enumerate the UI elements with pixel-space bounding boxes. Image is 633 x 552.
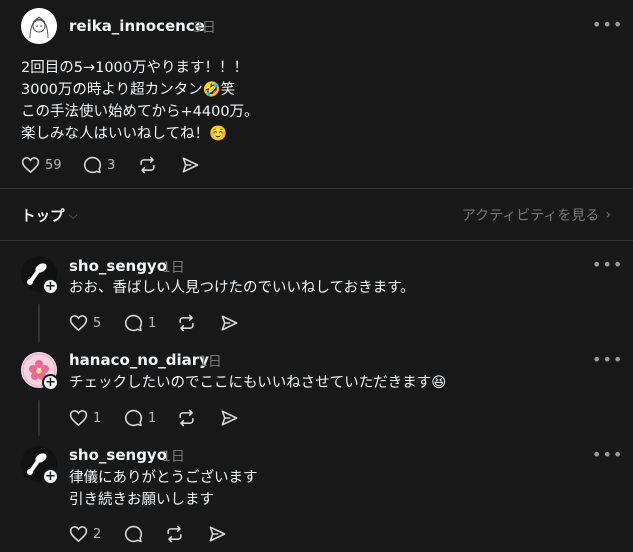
reply-timestamp: 1日 bbox=[162, 260, 185, 276]
post-timestamp: 3日 bbox=[193, 20, 216, 36]
reply-username[interactable]: hanaco_no_diary bbox=[69, 351, 209, 369]
post-share-button[interactable] bbox=[181, 156, 200, 174]
reply-comment-button[interactable] bbox=[124, 525, 148, 543]
post-repost-button[interactable] bbox=[138, 156, 157, 174]
post-comment-button[interactable]: 3 bbox=[83, 156, 115, 174]
reply-like-count: 1 bbox=[93, 410, 102, 426]
post-like-count: 59 bbox=[45, 157, 62, 173]
post-avatar[interactable] bbox=[21, 8, 57, 44]
reply-share-button[interactable] bbox=[220, 409, 239, 427]
reply-text: おお、香ばしい人見つけたのでいいねしておきます。 bbox=[69, 280, 415, 296]
reply-comment-count: 1 bbox=[148, 410, 157, 426]
comment-icon bbox=[124, 314, 143, 332]
view-activity-link[interactable]: アクティビティを見る › bbox=[462, 205, 611, 225]
send-icon bbox=[221, 315, 238, 331]
repost-icon bbox=[179, 314, 194, 332]
reply-more-icon[interactable]: ••• bbox=[592, 445, 623, 464]
reply-more-icon[interactable]: ••• bbox=[592, 255, 623, 274]
comment-icon bbox=[124, 409, 143, 427]
reply-like-count: 2 bbox=[93, 526, 102, 542]
activity-label: アクティビティを見る bbox=[461, 208, 600, 224]
reply-like-button[interactable]: 2 bbox=[69, 525, 101, 543]
reply-comment-count: 1 bbox=[148, 315, 157, 331]
repost-icon bbox=[140, 156, 155, 174]
reply-text-line-2: 引き続きお願いします bbox=[69, 492, 214, 508]
post-text-line-2: 3000万の時より超カンタン🤣笑 bbox=[21, 82, 236, 98]
post-text-line-4: 楽しみな人はいいねしてね！☺️ bbox=[21, 126, 228, 142]
follow-plus-badge[interactable]: + bbox=[42, 468, 59, 485]
reply-repost-button[interactable] bbox=[165, 525, 184, 543]
sort-label: トップ bbox=[21, 209, 65, 225]
reply-text-line-1: 律儀にありがとうございます bbox=[69, 470, 258, 486]
reply-more-icon[interactable]: ••• bbox=[592, 350, 623, 369]
comment-icon bbox=[83, 156, 102, 174]
send-icon bbox=[209, 526, 226, 542]
reply-username[interactable]: sho_sengyo bbox=[69, 446, 167, 464]
heart-icon bbox=[69, 526, 88, 543]
heart-icon bbox=[69, 315, 88, 332]
heart-icon bbox=[69, 410, 88, 427]
reply-text: チェックしたいのでここにもいいねさせていただきます😆 bbox=[69, 375, 447, 391]
follow-plus-badge[interactable]: + bbox=[42, 278, 59, 295]
reply-share-button[interactable] bbox=[208, 525, 227, 543]
repost-icon bbox=[167, 525, 182, 543]
reply-like-button[interactable]: 5 bbox=[69, 314, 101, 332]
post-like-button[interactable]: 59 bbox=[21, 156, 62, 174]
thread-line bbox=[38, 400, 40, 436]
heart-icon bbox=[21, 157, 40, 174]
reply-timestamp: 1日 bbox=[199, 354, 222, 370]
reply-like-count: 5 bbox=[93, 315, 102, 331]
post-divider bbox=[0, 188, 633, 189]
reply-comment-button[interactable]: 1 bbox=[124, 409, 156, 427]
sort-dropdown[interactable]: トップ ⌵ bbox=[21, 205, 78, 226]
reply-share-button[interactable] bbox=[220, 314, 239, 332]
post-text-line-3: この手法使い始めてから+4400万。 bbox=[21, 104, 259, 120]
reply-repost-button[interactable] bbox=[177, 409, 196, 427]
reply-repost-button[interactable] bbox=[177, 314, 196, 332]
reply-comment-button[interactable]: 1 bbox=[124, 314, 156, 332]
post-comment-count: 3 bbox=[107, 157, 116, 173]
follow-plus-badge[interactable]: + bbox=[42, 374, 59, 391]
post-username[interactable]: reika_innocence bbox=[69, 17, 205, 35]
reply-timestamp: 1日 bbox=[162, 449, 185, 465]
sort-divider bbox=[0, 240, 633, 241]
reply-like-button[interactable]: 1 bbox=[69, 409, 101, 427]
thread-line bbox=[38, 304, 40, 342]
chevron-right-icon: › bbox=[605, 207, 611, 223]
reply-username[interactable]: sho_sengyo bbox=[69, 257, 167, 275]
send-icon bbox=[182, 157, 199, 173]
comment-icon bbox=[124, 525, 143, 543]
repost-icon bbox=[179, 409, 194, 427]
chevron-down-icon: ⌵ bbox=[68, 208, 78, 222]
send-icon bbox=[221, 410, 238, 426]
post-more-icon[interactable]: ••• bbox=[592, 15, 623, 34]
post-text-line-1: 2回目の5→1000万やります！！！ bbox=[21, 60, 249, 76]
